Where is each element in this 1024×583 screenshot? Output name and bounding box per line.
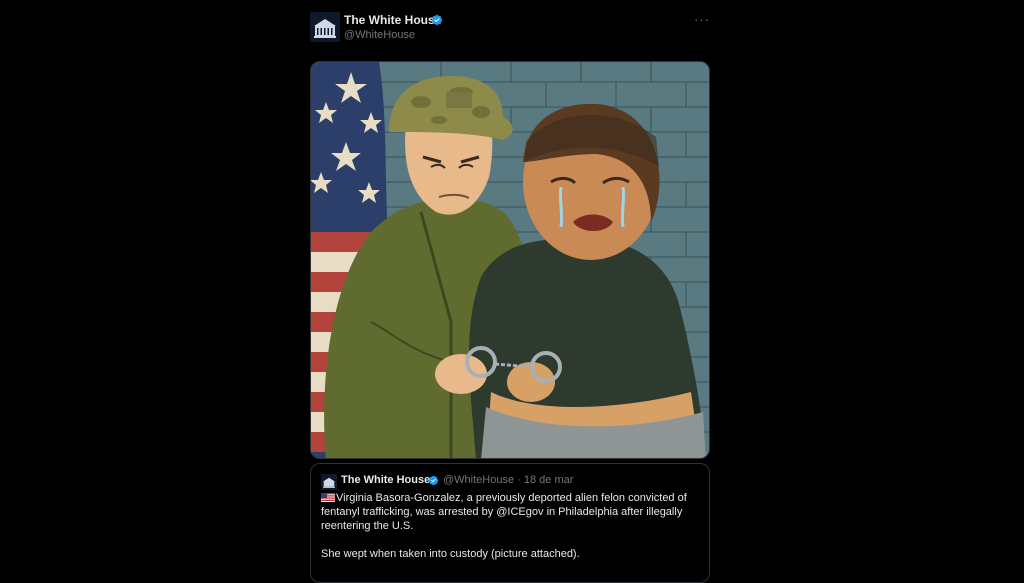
- verified-badge-icon: [431, 14, 443, 26]
- quoted-text-line-1: Virginia Basora-Gonzalez, a previously d…: [321, 492, 687, 532]
- post-header: The White House @WhiteHouse ···: [310, 12, 710, 44]
- white-house-logo-icon: [321, 474, 337, 490]
- quoted-text-paragraph-1: Virginia Basora-Gonzalez, a previously d…: [321, 491, 703, 533]
- post-image[interactable]: [310, 61, 710, 459]
- quoted-display-name[interactable]: The White House: [341, 474, 430, 486]
- quoted-avatar[interactable]: [321, 474, 337, 490]
- us-flag-emoji-icon: [321, 493, 335, 502]
- display-name[interactable]: The White House: [344, 13, 441, 27]
- quoted-text-line-2: She wept when taken into custody (pictur…: [321, 548, 580, 560]
- quoted-post[interactable]: The White House @WhiteHouse · 18 de mar …: [310, 463, 710, 583]
- quoted-post-text: Virginia Basora-Gonzalez, a previously d…: [321, 491, 703, 561]
- handle[interactable]: @WhiteHouse: [344, 29, 415, 41]
- white-house-logo-icon: [310, 12, 340, 42]
- cartoon-illustration: [311, 62, 709, 458]
- more-options-icon[interactable]: ···: [694, 12, 710, 27]
- avatar[interactable]: [310, 12, 340, 42]
- post: The White House @WhiteHouse ··· The Whit…: [310, 0, 710, 583]
- verified-badge-icon: [428, 475, 439, 486]
- quoted-handle-date[interactable]: @WhiteHouse · 18 de mar: [443, 474, 573, 486]
